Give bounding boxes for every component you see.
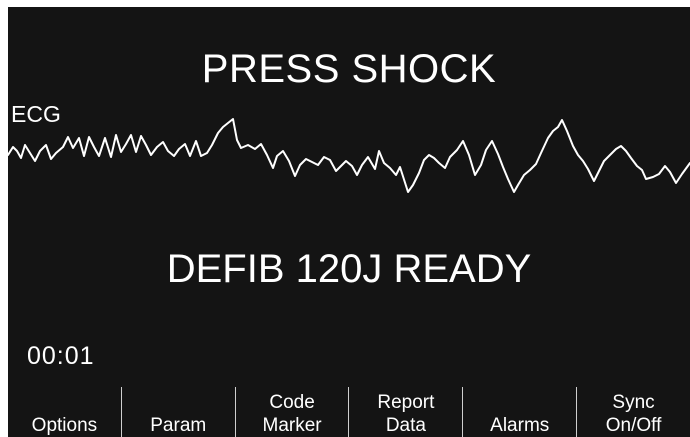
param-softkey[interactable]: Param bbox=[120, 387, 235, 437]
ecg-waveform bbox=[8, 118, 690, 193]
report-data-softkey[interactable]: Report Data bbox=[348, 387, 462, 437]
softkey-label-line2: Options bbox=[31, 415, 98, 436]
alarms-softkey[interactable]: Alarms bbox=[462, 387, 576, 437]
code-marker-softkey[interactable]: Code Marker bbox=[234, 387, 349, 437]
softkey-label-line2: Marker bbox=[262, 415, 322, 436]
shock-prompt: PRESS SHOCK bbox=[201, 47, 497, 91]
elapsed-timer: 00:01 bbox=[27, 342, 95, 370]
sync-on-off-softkey[interactable]: Sync On/Off bbox=[576, 387, 690, 437]
softkey-label-line2: Param bbox=[150, 415, 207, 436]
options-softkey[interactable]: Options bbox=[8, 387, 121, 437]
softkey-label-line1: Report bbox=[377, 392, 435, 413]
softkey-label-line1: Code bbox=[269, 392, 315, 413]
softkey-label-line1: Sync bbox=[612, 392, 655, 413]
softkey-bar: Options Param Code Marker Report Data Al… bbox=[8, 387, 690, 437]
defib-status: DEFIB 120J READY bbox=[166, 247, 532, 291]
softkey-label-line2: Alarms bbox=[490, 415, 550, 436]
softkey-label-line2: Data bbox=[385, 415, 426, 436]
defibrillator-screen: PRESS SHOCK ECG DEFIB 120J READY 00:01 O… bbox=[8, 7, 690, 437]
softkey-label-line2: On/Off bbox=[605, 415, 662, 436]
